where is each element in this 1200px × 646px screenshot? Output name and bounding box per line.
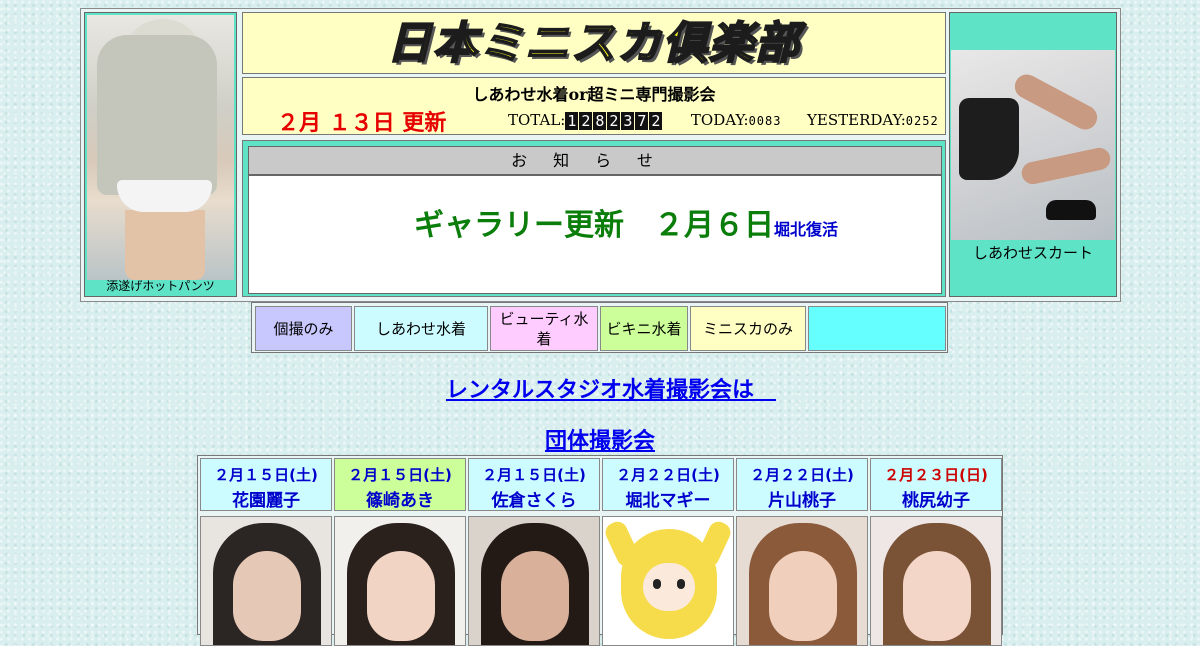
nav-bikini[interactable]: ビキニ水着 [600,306,688,351]
nav-kosatsu[interactable]: 個撮のみ [255,306,352,351]
notice-message: ギャラリー更新 ２月６日堀北復活 [414,208,839,243]
nav-shiawase-mizugi[interactable]: しあわせ水着 [354,306,488,351]
mascot-photo[interactable] [602,516,734,646]
notice-panel: お知らせ ギャラリー更新 ２月６日堀北復活 [242,140,946,297]
event-date: ２月２２日(土) [616,466,720,484]
nav-empty[interactable] [808,306,946,351]
site-title-logo: 日本ミニスカ倶楽部 [386,17,801,70]
right-photo-panel[interactable]: しあわせスカート [949,12,1117,297]
left-photo-caption: 添遂げホットパンツ [106,279,215,293]
notice-tag: 堀北復活 [774,220,839,239]
today-label: TODAY: [690,111,749,129]
yesterday-label: YESTERDAY: [807,111,906,129]
subtitle: しあわせ水着or超ミニ専門撮影会 [472,85,716,104]
yesterday-value: 0252 [905,114,939,128]
schedule-table: ２月１５日(土) 花園麗子 ２月１５日(土) 篠崎あき ２月１５日(土) 佐倉さくら … [197,455,1003,646]
hotpants-photo[interactable] [87,15,234,280]
event-date: ２月１５日(土) [214,466,318,484]
model-name[interactable]: 篠崎あき [335,486,465,511]
notice-body: ギャラリー更新 ２月６日堀北復活 [248,175,942,294]
today-value: 0083 [748,114,782,128]
schedule-col[interactable]: ２月２３日(日) 桃尻幼子 [870,458,1002,646]
info-bar: しあわせ水着or超ミニ専門撮影会 ２月 １３日 更新 TOTAL: 128237… [242,77,946,136]
schedule-col[interactable]: ２月１５日(土) 花園麗子 [200,458,332,646]
event-date: ２月２２日(土) [750,466,854,484]
model-name[interactable]: 片山桃子 [737,486,867,511]
nav-beauty-mizugi[interactable]: ビューティ水着 [490,306,598,351]
model-name[interactable]: 堀北マギー [603,486,733,511]
schedule-col[interactable]: ２月２２日(土) 堀北マギー [602,458,734,646]
schedule-col[interactable]: ２月２２日(土) 片山桃子 [736,458,868,646]
model-photo[interactable] [870,516,1002,646]
access-counter: TOTAL: 1282372 TODAY:0083 YESTERDAY:0252 [508,111,939,130]
model-photo[interactable] [736,516,868,646]
right-photo-caption: しあわせスカート [972,244,1093,262]
event-date: ２月２３日(日) [884,466,988,484]
rental-studio-link[interactable]: レンタルスタジオ水着撮影会は [0,372,1200,404]
total-counter-digits: 1282372 [565,112,663,130]
group-shoot-link[interactable]: 団体撮影会 [0,423,1200,455]
total-label: TOTAL: [508,111,566,129]
update-date: ２月 １３日 更新 [277,111,447,136]
event-date: ２月１５日(土) [482,466,586,484]
model-name[interactable]: 桃尻幼子 [871,486,1001,511]
schedule-col[interactable]: ２月１５日(土) 佐倉さくら [468,458,600,646]
schedule-col[interactable]: ２月１５日(土) 篠崎あき [334,458,466,646]
category-nav: 個撮のみ しあわせ水着 ビューティ水着 ビキニ水着 ミニスカのみ [251,302,948,353]
model-photo[interactable] [334,516,466,646]
skirt-photo[interactable] [951,50,1115,240]
nav-miniskirt[interactable]: ミニスカのみ [690,306,806,351]
left-photo-panel[interactable]: 添遂げホットパンツ [84,12,237,297]
title-banner: 日本ミニスカ倶楽部 [242,12,946,74]
model-name[interactable]: 花園麗子 [201,486,331,511]
model-photo[interactable] [200,516,332,646]
notice-header: お知らせ [248,146,942,175]
model-photo[interactable] [468,516,600,646]
model-name[interactable]: 佐倉さくら [469,486,599,511]
event-date: ２月１５日(土) [348,466,452,484]
